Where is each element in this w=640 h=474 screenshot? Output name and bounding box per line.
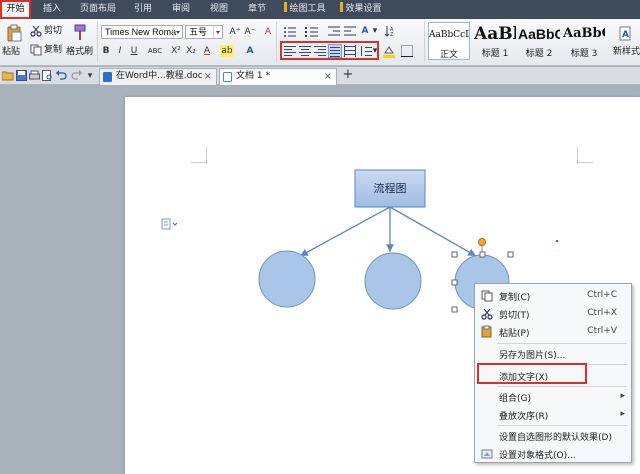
paste-icon [481, 325, 492, 338]
menu-item-group[interactable]: 组合(G) ▸ [475, 388, 631, 406]
flowchart-circle-middle[interactable] [364, 252, 422, 310]
menu-item-format-object[interactable]: 设置对象格式(O)... [475, 445, 631, 463]
arrow-right [389, 206, 477, 257]
flowchart-box-label: 流程图 [373, 182, 407, 195]
menu-separator [497, 343, 627, 344]
context-menu: 复制(C) Ctrl+C 剪切(T) Ctrl+X 粘贴(P) Ctrl+V 另… [474, 283, 632, 463]
add-text-highlight-box [477, 363, 587, 384]
menu-item-label: 剪切(T) [499, 311, 530, 321]
cursor-mark [556, 240, 558, 242]
menu-item-label: 粘贴(P) [499, 329, 530, 339]
menu-item-label: 复制(C) [499, 293, 531, 303]
chevron-right-icon: ▸ [620, 409, 625, 419]
menu-item-label: 设置自选图形的默认效果(D) [499, 433, 612, 443]
menu-item-save-as-picture[interactable]: 另存为图片(S)... [475, 345, 631, 363]
menu-item-shortcut: Ctrl+C [587, 290, 617, 300]
scissors-icon [481, 308, 493, 320]
menu-item-set-default-effect[interactable]: 设置自选图形的默认效果(D) [475, 427, 631, 445]
menu-separator [497, 425, 627, 426]
flowchart-circle-left[interactable] [258, 250, 316, 308]
menu-item-shortcut: Ctrl+X [587, 308, 617, 318]
menu-item-label: 叠放次序(R) [499, 412, 549, 422]
format-icon [481, 449, 493, 459]
menu-item-cut[interactable]: 剪切(T) Ctrl+X [475, 305, 631, 323]
copy-icon [481, 290, 493, 302]
menu-item-label: 组合(G) [499, 394, 531, 404]
chevron-right-icon: ▸ [620, 391, 625, 401]
menu-item-shortcut: Ctrl+V [587, 326, 617, 336]
menu-item-paste[interactable]: 粘贴(P) Ctrl+V [475, 323, 631, 341]
menu-item-order[interactable]: 叠放次序(R) ▸ [475, 406, 631, 424]
arrow-left [299, 206, 391, 257]
menu-item-label: 设置对象格式(O)... [499, 451, 576, 461]
menu-item-label: 另存为图片(S)... [499, 351, 566, 361]
rotation-handle[interactable] [478, 238, 486, 246]
menu-item-copy[interactable]: 复制(C) Ctrl+C [475, 287, 631, 305]
menu-separator [497, 386, 627, 387]
